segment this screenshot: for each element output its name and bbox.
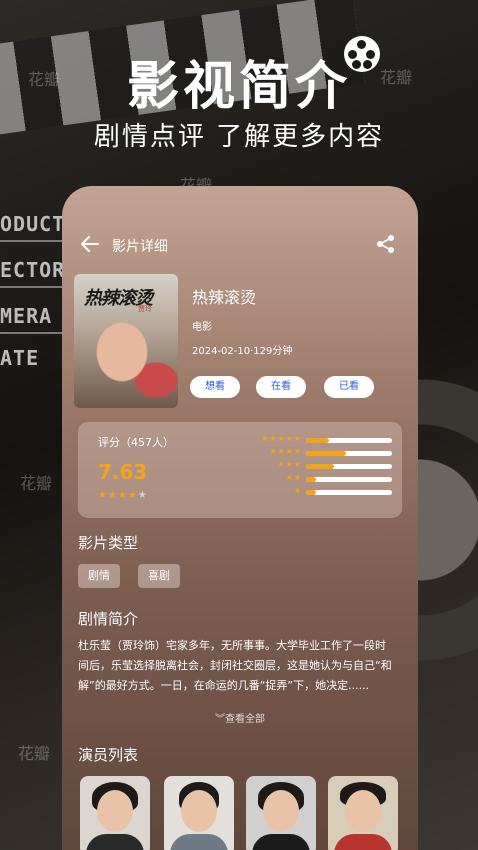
movie-title: 热辣滚烫 (192, 288, 257, 307)
distribution-stars: ★ (293, 486, 302, 495)
distribution-row: ★★★★★ (242, 434, 392, 446)
promo-subheadline: 剧情点评 了解更多内容 (93, 122, 385, 152)
star-filled-icon: ★ (117, 490, 128, 501)
distribution-track (306, 464, 392, 469)
cast-member-photo[interactable] (246, 776, 316, 850)
synopsis-text: 杜乐莹（贾玲饰）宅家多年，无所事事。大学毕业工作了一段时间后，乐莹选择脱离社会，… (78, 639, 392, 692)
cast-face (97, 790, 133, 832)
cast-body (252, 834, 310, 850)
cast-body (86, 834, 144, 850)
distribution-track (306, 451, 392, 456)
slate-divider (0, 286, 70, 288)
page-title: 影片详细 (112, 239, 168, 255)
star-empty-icon: ★ (137, 490, 148, 501)
poster-subtitle: 贾玲 (138, 305, 152, 313)
rating-label: 评分（457人） (98, 436, 174, 449)
cast-member-photo[interactable] (164, 776, 234, 850)
distribution-stars: ★★★★ (269, 447, 302, 456)
star-filled-icon: ★ (107, 490, 118, 501)
movie-poster[interactable]: 热辣滚烫 贾玲 (74, 274, 178, 408)
slate-text: ECTOR (0, 258, 66, 282)
watermark: 花瓣 (20, 474, 53, 493)
distribution-track (306, 490, 392, 495)
distribution-fill (306, 477, 317, 482)
rating-card: 评分（457人） 7.63 ★★★★★ ★★★★★ ★★★★ ★★★ ★★ ★ (78, 422, 402, 518)
back-arrow-icon[interactable] (80, 234, 102, 256)
rating-score: 7.63 (98, 460, 148, 484)
distribution-fill (306, 464, 334, 469)
movie-release-info: 2024-02-10·129分钟 (192, 346, 293, 357)
film-reel-icon (344, 36, 380, 72)
slate-divider (0, 332, 70, 334)
slate-text: MERA (0, 304, 53, 328)
watching-button[interactable]: 在看 (256, 376, 306, 398)
genres-title: 影片类型 (78, 534, 139, 552)
watched-button[interactable]: 已看 (324, 376, 374, 398)
see-all-label: 查看全部 (225, 714, 265, 725)
share-icon[interactable] (376, 234, 398, 256)
chevron-down-icon: ︾ (215, 714, 225, 725)
cast-member-photo[interactable] (328, 776, 398, 850)
cast-body (170, 834, 228, 850)
distribution-stars: ★★ (285, 473, 302, 482)
cast-face (263, 790, 299, 832)
distribution-fill (306, 438, 330, 443)
distribution-fill (306, 451, 347, 456)
slate-divider (0, 240, 70, 242)
synopsis-title: 剧情简介 (78, 610, 139, 628)
cast-title: 演员列表 (78, 746, 139, 764)
distribution-track (306, 477, 392, 482)
distribution-row: ★★★ (242, 460, 392, 472)
distribution-stars: ★★★★★ (261, 434, 302, 443)
distribution-row: ★★ (242, 473, 392, 485)
want-to-watch-button[interactable]: 想看 (190, 376, 240, 398)
distribution-row: ★ (242, 486, 392, 498)
phone-screen: 影片详细 热辣滚烫 贾玲 热辣滚烫 电影 2024-02-10·129分钟 想看… (62, 186, 418, 850)
star-filled-icon: ★ (127, 490, 138, 501)
movie-type: 电影 (192, 322, 212, 333)
distribution-fill (306, 490, 317, 495)
top-bar: 影片详细 (62, 234, 418, 258)
watermark: 花瓣 (18, 744, 51, 763)
genre-tag[interactable]: 喜剧 (138, 564, 180, 588)
star-filled-icon: ★ (98, 490, 108, 501)
cast-face (181, 790, 217, 832)
slate-text: ATE (0, 346, 40, 370)
cast-body (334, 834, 392, 850)
promo-headline: 影视简介 (126, 57, 351, 117)
cast-member-photo[interactable] (80, 776, 150, 850)
distribution-stars: ★★★ (277, 460, 302, 469)
genre-tag[interactable]: 剧情 (78, 564, 120, 588)
cast-face (345, 790, 381, 832)
distribution-row: ★★★★ (242, 447, 392, 459)
rating-stars: ★★★★★ (98, 490, 148, 501)
distribution-track (306, 438, 392, 443)
see-all-button[interactable]: ︾查看全部 (62, 710, 418, 725)
